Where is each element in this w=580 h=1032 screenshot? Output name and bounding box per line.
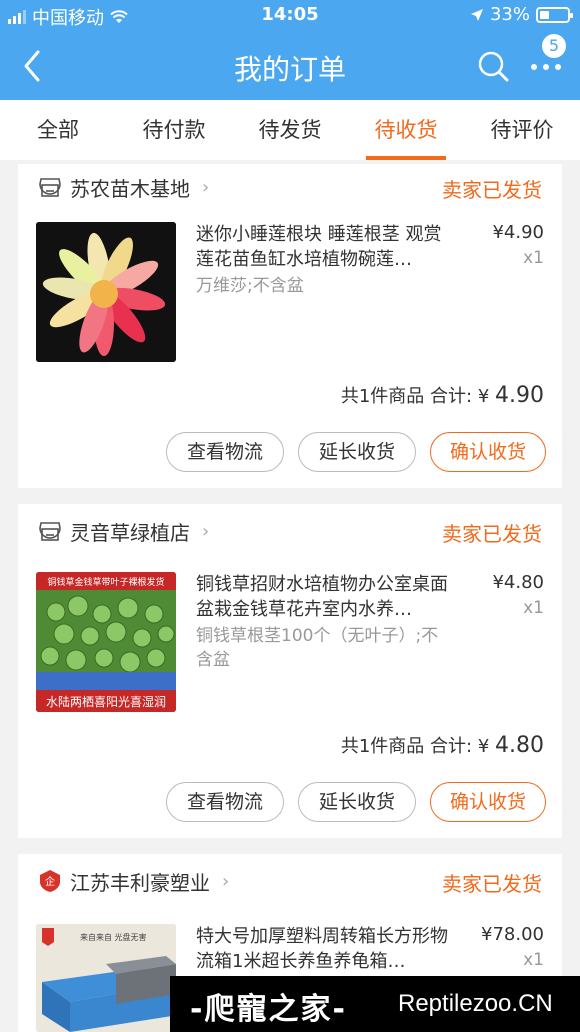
order-status: 卖家已发货 [442, 178, 542, 202]
confirm-receipt-button[interactable]: 确认收货 [430, 782, 546, 822]
product-image[interactable]: 铜钱草金钱草带叶子裸根发货 水陆两栖喜阳光喜湿润 [36, 572, 176, 712]
plastic-box-image: 来自来自 光盘无害 [36, 924, 176, 1032]
view-logistics-button[interactable]: 查看物流 [166, 432, 284, 472]
image-bottom-caption: 水陆两栖喜阳光喜湿润 [46, 694, 166, 709]
product-quantity: x1 [523, 598, 544, 618]
top-header: 中国移动 14:05 33% 我的订单 5 [0, 0, 580, 100]
order-summary: 共1件商品 合计: ¥ 4.80 [341, 732, 544, 758]
image-top-caption: 铜钱草金钱草带叶子裸根发货 [47, 576, 164, 588]
confirm-receipt-button[interactable]: 确认收货 [430, 432, 546, 472]
product-price: ¥4.90 [492, 222, 544, 243]
message-badge: 5 [540, 32, 568, 60]
order-card: 苏农苗木基地 › 卖家已发货 迷你小睡莲根块 睡莲根茎 观赏莲花苗鱼缸水培植物碗… [18, 164, 562, 488]
location-arrow-icon [470, 8, 483, 21]
image-caption: 来自来自 光盘无害 [80, 932, 147, 942]
battery-icon [536, 6, 573, 23]
watermark-url: Reptilezoo.CN [398, 990, 553, 1017]
total-currency: ¥ [477, 736, 490, 757]
shop-name: 江苏丰利豪塑业 [70, 870, 210, 895]
shop-link[interactable]: 苏农苗木基地 › [38, 172, 209, 202]
order-status: 卖家已发货 [442, 522, 542, 546]
order-card: 灵音草绿植店 › 卖家已发货 铜钱草金钱草带叶子裸根发货 水陆两栖喜阳光喜湿润 … [18, 504, 562, 838]
status-bar: 中国移动 14:05 33% [0, 4, 580, 29]
product-image[interactable]: 来自来自 光盘无害 [36, 924, 176, 1032]
tab-all[interactable]: 全部 [0, 100, 116, 160]
view-logistics-button[interactable]: 查看物流 [166, 782, 284, 822]
shop-link[interactable]: 企 江苏丰利豪塑业 › [38, 866, 229, 896]
total-currency: ¥ [477, 386, 490, 407]
total-label: 合计: [430, 736, 473, 757]
order-status: 卖家已发货 [442, 872, 542, 896]
water-lily-image [36, 222, 176, 362]
tab-pending-shipment[interactable]: 待发货 [232, 100, 348, 160]
chevron-right-icon: › [222, 870, 230, 892]
pennywort-image: 铜钱草金钱草带叶子裸根发货 水陆两栖喜阳光喜湿润 [36, 572, 176, 712]
watermark-cn: -爬寵之家- [190, 992, 347, 1027]
tab-pending-review[interactable]: 待评价 [464, 100, 580, 160]
tab-pending-payment[interactable]: 待付款 [116, 100, 232, 160]
item-count: 共1件商品 [340, 736, 425, 757]
order-tabs: 全部 待付款 待发货 待收货 待评价 [0, 100, 580, 160]
extend-receipt-button[interactable]: 延长收货 [298, 432, 416, 472]
company-logo-icon: 企 [40, 870, 60, 892]
tab-pending-receipt[interactable]: 待收货 [348, 100, 464, 160]
svg-text:企: 企 [45, 875, 55, 888]
order-summary: 共1件商品 合计: ¥ 4.90 [341, 382, 544, 408]
store-icon [39, 178, 61, 197]
store-icon [39, 522, 61, 541]
total-label: 合计: [430, 386, 473, 407]
total-amount: 4.90 [495, 383, 544, 408]
item-count: 共1件商品 [340, 386, 425, 407]
product-title[interactable]: 迷你小睡莲根块 睡莲根茎 观赏莲花苗鱼缸水培植物碗莲… [196, 222, 452, 272]
product-price: ¥78.00 [481, 924, 544, 945]
chevron-right-icon: › [202, 520, 210, 542]
product-price: ¥4.80 [492, 572, 544, 593]
shop-link[interactable]: 灵音草绿植店 › [38, 516, 209, 546]
shop-name: 灵音草绿植店 [70, 520, 190, 545]
product-title[interactable]: 铜钱草招财水培植物办公室桌面盆栽金钱草花卉室内水养… [196, 572, 452, 622]
watermark: -爬寵之家- Reptilezoo.CN [170, 976, 580, 1032]
product-spec: 铜钱草根茎100个（无叶子）;不含盆 [196, 626, 439, 670]
extend-receipt-button[interactable]: 延长收货 [298, 782, 416, 822]
search-icon[interactable] [476, 48, 512, 84]
product-title[interactable]: 特大号加厚塑料周转箱长方形物流箱1米超长养鱼养龟箱… [196, 924, 452, 974]
product-quantity: x1 [523, 248, 544, 268]
product-spec: 万维莎;不含盆 [196, 276, 304, 296]
shop-name: 苏农苗木基地 [70, 176, 190, 201]
product-quantity: x1 [523, 950, 544, 970]
product-image[interactable] [36, 222, 176, 362]
total-amount: 4.80 [495, 733, 544, 758]
chevron-right-icon: › [202, 176, 210, 198]
battery-percent: 33% [489, 4, 530, 25]
